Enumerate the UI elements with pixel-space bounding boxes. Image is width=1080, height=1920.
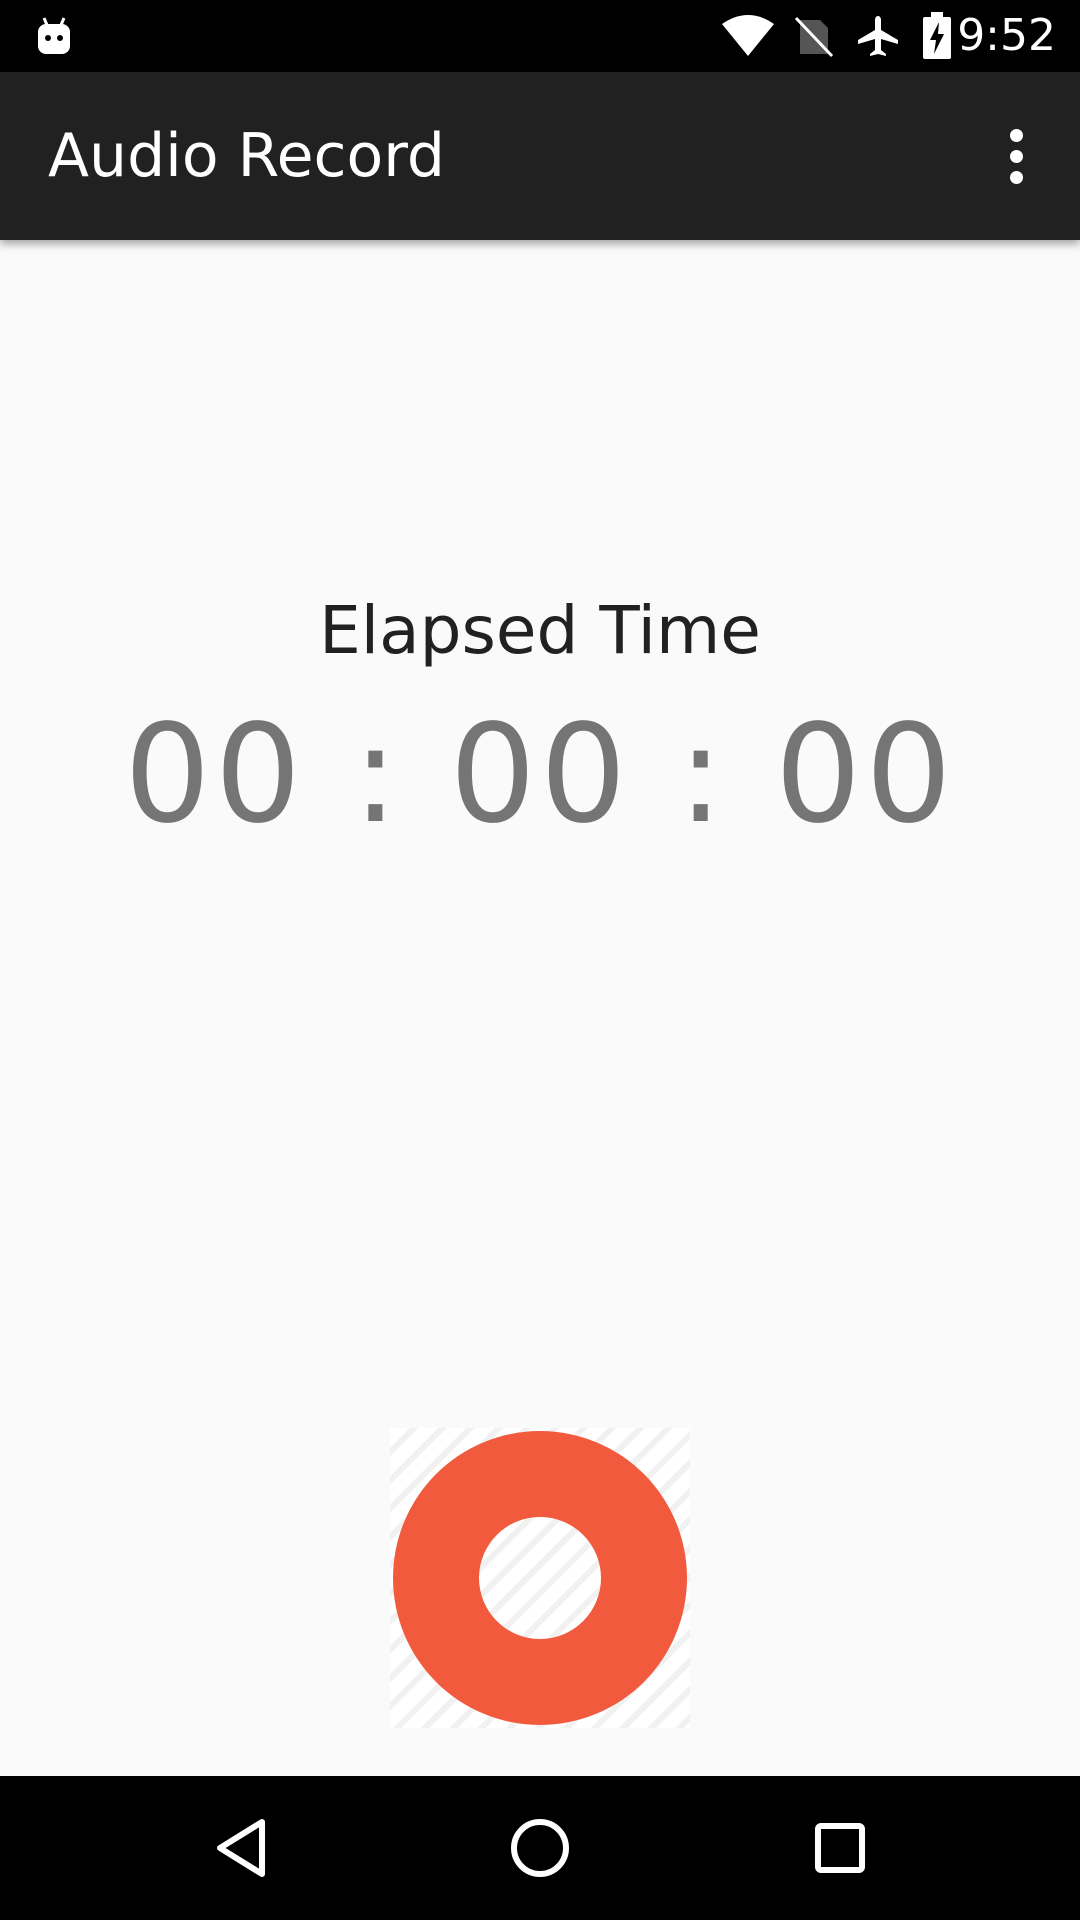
wifi-icon	[720, 0, 776, 72]
app-title: Audio Record	[48, 121, 445, 191]
airplane-mode-icon	[854, 0, 902, 72]
back-button[interactable]	[194, 1800, 290, 1896]
more-vert-icon-dot	[1009, 149, 1023, 163]
home-icon	[511, 1819, 569, 1877]
android-notification-icon	[34, 0, 74, 72]
elapsed-time-label: Elapsed Time	[319, 592, 761, 669]
more-options-button[interactable]	[980, 120, 1052, 192]
battery-charging-icon	[918, 0, 956, 72]
status-clock: 9:52	[957, 10, 1056, 61]
more-vert-icon-dot	[1009, 170, 1023, 184]
back-icon	[217, 1819, 265, 1877]
record-icon	[479, 1517, 601, 1639]
more-vert-icon-dot	[1009, 128, 1023, 142]
record-button-area	[390, 1428, 690, 1728]
app-bar: Audio Record	[0, 72, 1080, 240]
recents-icon	[815, 1823, 865, 1873]
no-sim-icon	[792, 0, 836, 72]
record-button[interactable]	[393, 1431, 687, 1725]
status-bar: 9:52	[0, 0, 1080, 72]
navigation-bar	[0, 1776, 1080, 1920]
screen: 9:52 Audio Record Elapsed Time 00 : 00 :…	[0, 0, 1080, 1920]
recents-button[interactable]	[792, 1800, 888, 1896]
home-button[interactable]	[492, 1800, 588, 1896]
elapsed-time-value: 00 : 00 : 00	[124, 696, 956, 854]
